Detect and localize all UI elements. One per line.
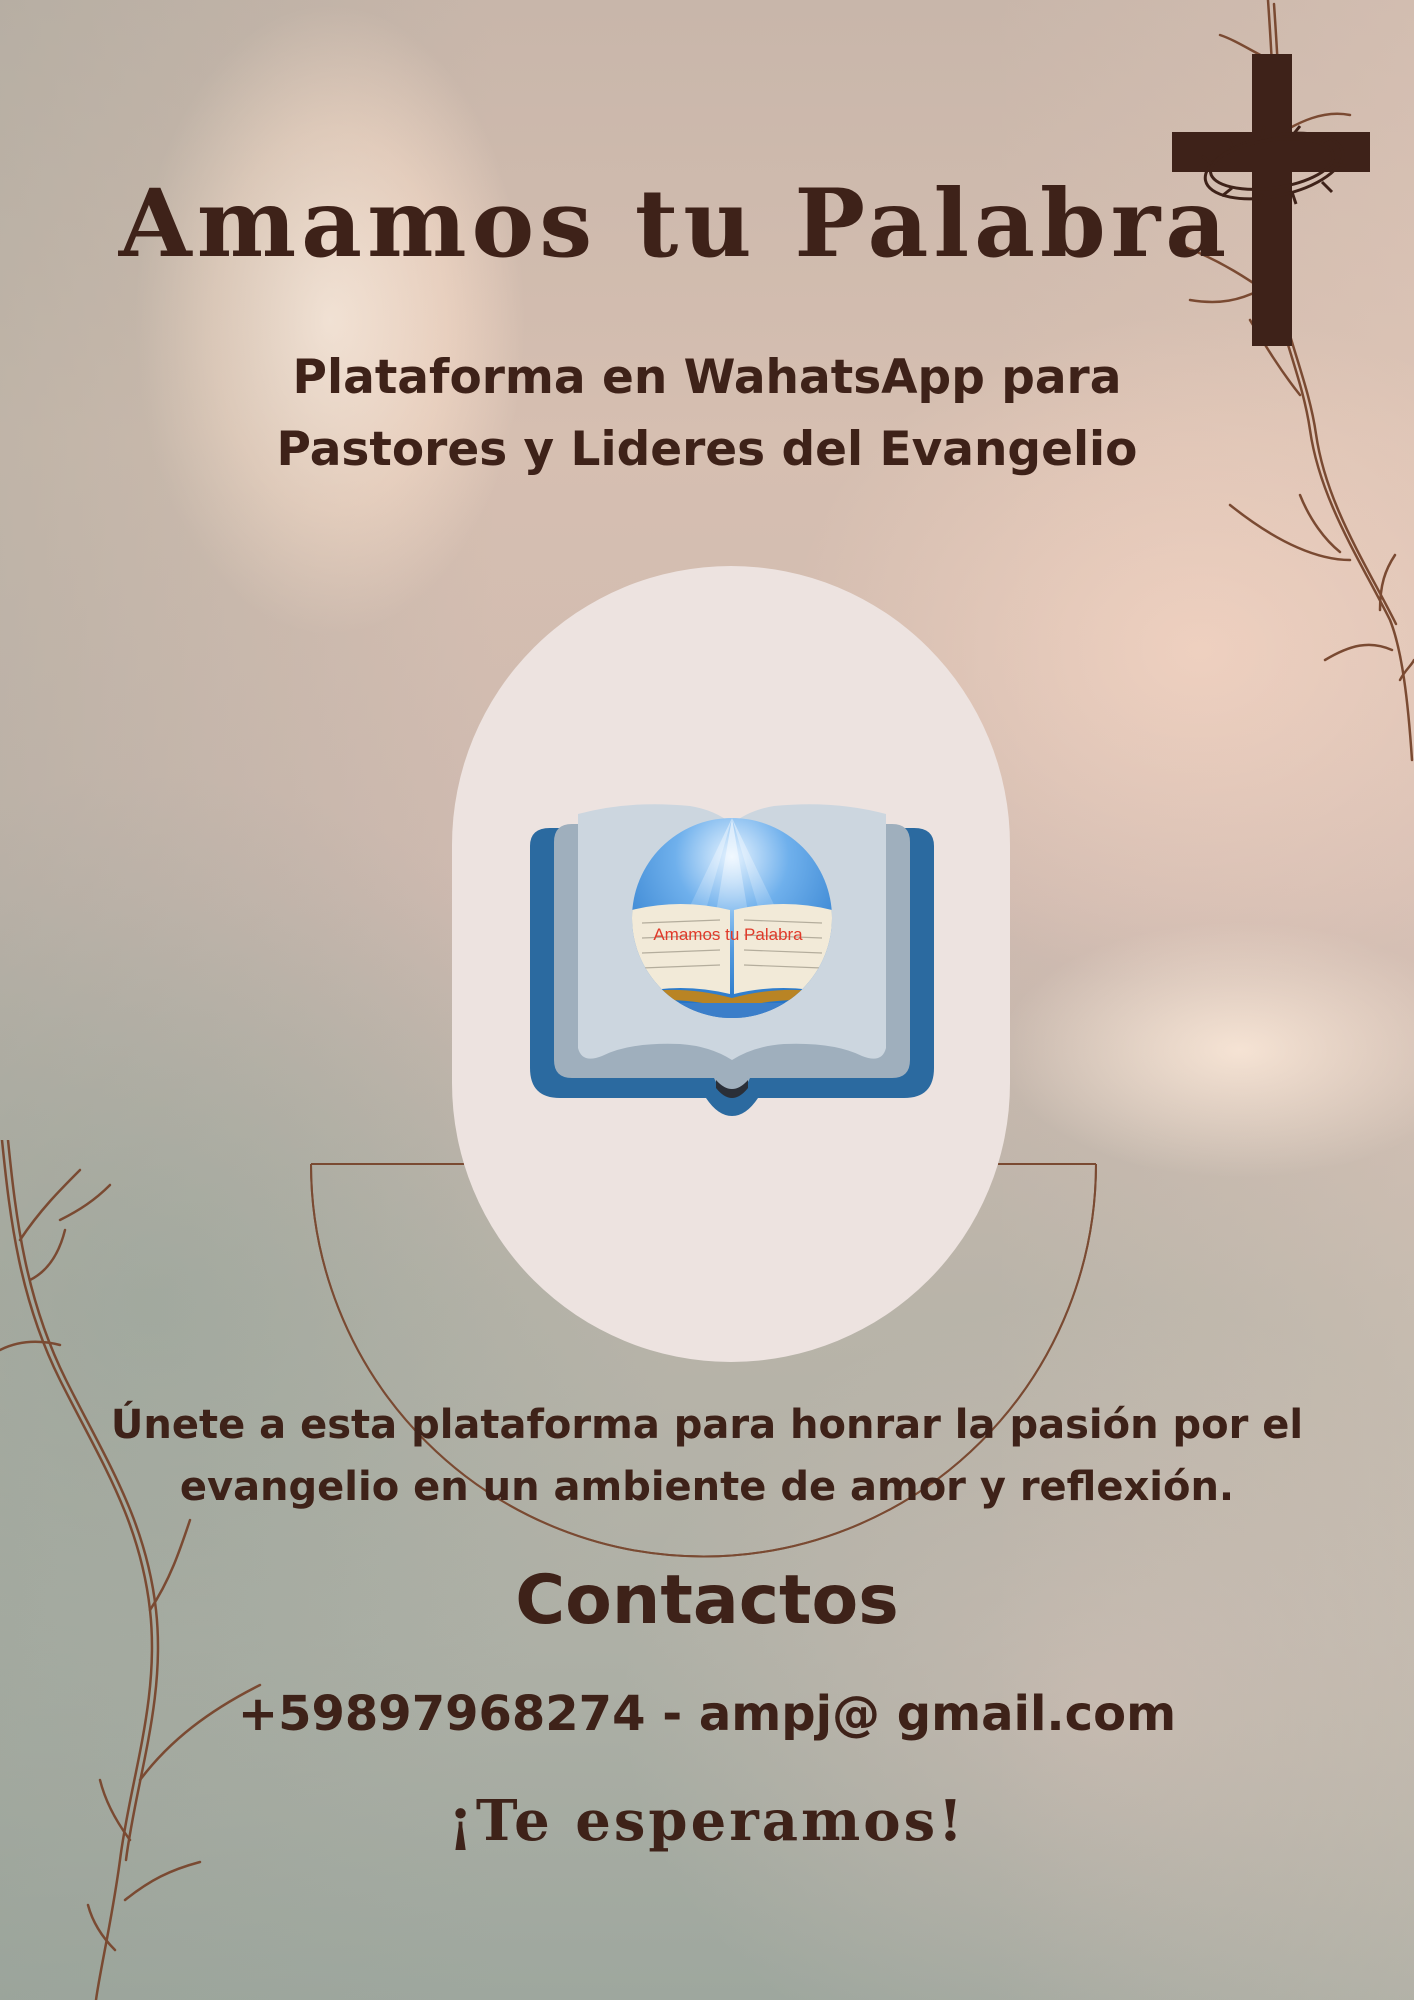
- closing-message: ¡Te esperamos!: [448, 1788, 966, 1854]
- open-bible-icon: [530, 804, 934, 1116]
- subtitle-line: Pastores y Lideres del Evangelio: [276, 422, 1138, 477]
- description-line: Únete a esta plataforma para honrar la p…: [110, 1402, 1304, 1448]
- description-line: evangelio en un ambiente de amor y refle…: [179, 1464, 1235, 1510]
- poster-subtitle: Plataforma en WahatsApp para Pastores y …: [160, 342, 1254, 486]
- poster-background: Amamos tu Palabra Plataforma en WahatsAp…: [0, 0, 1414, 2000]
- branch-left-icon: [0, 1140, 262, 2000]
- contacts-heading: Contactos: [515, 1561, 899, 1640]
- poster-title: Amamos tu Palabra: [118, 169, 1232, 279]
- logo-caption: Amamos tu Palabra: [653, 925, 803, 944]
- description: Únete a esta plataforma para honrar la p…: [80, 1394, 1334, 1518]
- contact-info: +59897968274 - ampj@ gmail.com: [237, 1686, 1177, 1742]
- subtitle-line: Plataforma en WahatsApp para: [292, 350, 1122, 405]
